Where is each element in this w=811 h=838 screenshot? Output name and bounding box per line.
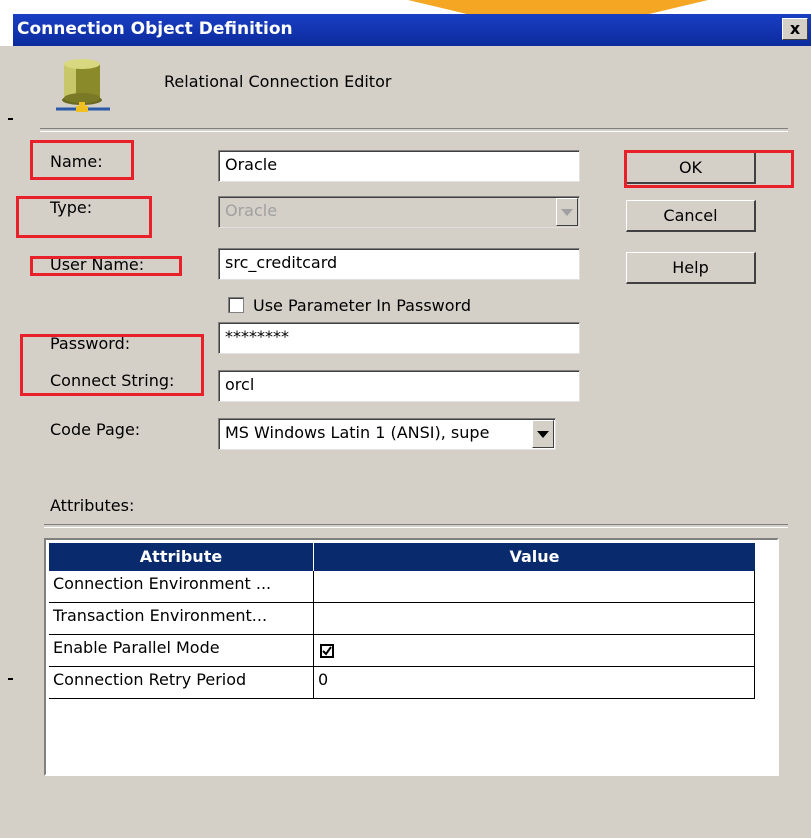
window-title: Connection Object Definition: [17, 19, 293, 39]
close-icon: x: [789, 19, 801, 38]
username-field[interactable]: src_creditcard: [218, 248, 580, 280]
connect-string-field[interactable]: orcl: [218, 370, 580, 402]
help-button[interactable]: Help: [626, 252, 756, 284]
table-row-value[interactable]: [314, 603, 755, 635]
background-window-edge: [0, 46, 14, 838]
annotation-box-name: [30, 140, 134, 180]
title-bar[interactable]: Connection Object Definition x: [13, 14, 811, 46]
enable-parallel-mode-checkbox[interactable]: [320, 644, 334, 658]
code-page-value: MS Windows Latin 1 (ANSI), supe: [225, 423, 490, 442]
annotation-box-username: [30, 256, 182, 276]
type-select: Oracle: [218, 196, 580, 228]
cancel-button[interactable]: Cancel: [626, 200, 756, 232]
attributes-separator: [44, 524, 788, 528]
table-row-attribute[interactable]: Connection Environment ...: [49, 571, 314, 603]
code-page-label: Code Page:: [50, 420, 141, 439]
annotation-box-credentials: [20, 334, 204, 396]
type-value: Oracle: [225, 201, 278, 220]
chevron-down-icon: [561, 208, 573, 216]
table-row-value[interactable]: 0: [314, 667, 755, 699]
table-row-attribute[interactable]: Enable Parallel Mode: [49, 635, 314, 667]
use-parameter-checkbox[interactable]: [228, 297, 244, 313]
checkmark-icon: [322, 646, 332, 656]
cancel-button-label: Cancel: [663, 206, 718, 225]
table-row-attribute[interactable]: Transaction Environment...: [49, 603, 314, 635]
help-button-label: Help: [672, 258, 709, 277]
database-icon: [56, 59, 110, 112]
header-separator: [40, 128, 788, 132]
attributes-grid[interactable]: Attribute Value Connection Environment .…: [44, 538, 779, 776]
table-row-value[interactable]: [314, 571, 755, 603]
chevron-down-icon: [537, 430, 549, 438]
code-page-select[interactable]: MS Windows Latin 1 (ANSI), supe: [218, 418, 556, 450]
type-dropdown-button: [556, 198, 578, 226]
column-header-attribute[interactable]: Attribute: [49, 543, 314, 571]
code-page-dropdown-button[interactable]: [532, 420, 554, 448]
name-field[interactable]: Oracle: [218, 150, 580, 182]
password-field[interactable]: ********: [218, 322, 580, 354]
table-row-attribute[interactable]: Connection Retry Period: [49, 667, 314, 699]
attributes-label: Attributes:: [50, 496, 135, 515]
table-row-value[interactable]: [314, 635, 755, 667]
annotation-box-type: [16, 196, 152, 238]
close-button[interactable]: x: [782, 18, 808, 40]
column-header-value[interactable]: Value: [314, 543, 755, 571]
annotation-box-ok: [624, 150, 794, 188]
editor-subtitle: Relational Connection Editor: [164, 72, 392, 91]
use-parameter-label: Use Parameter In Password: [253, 296, 471, 315]
